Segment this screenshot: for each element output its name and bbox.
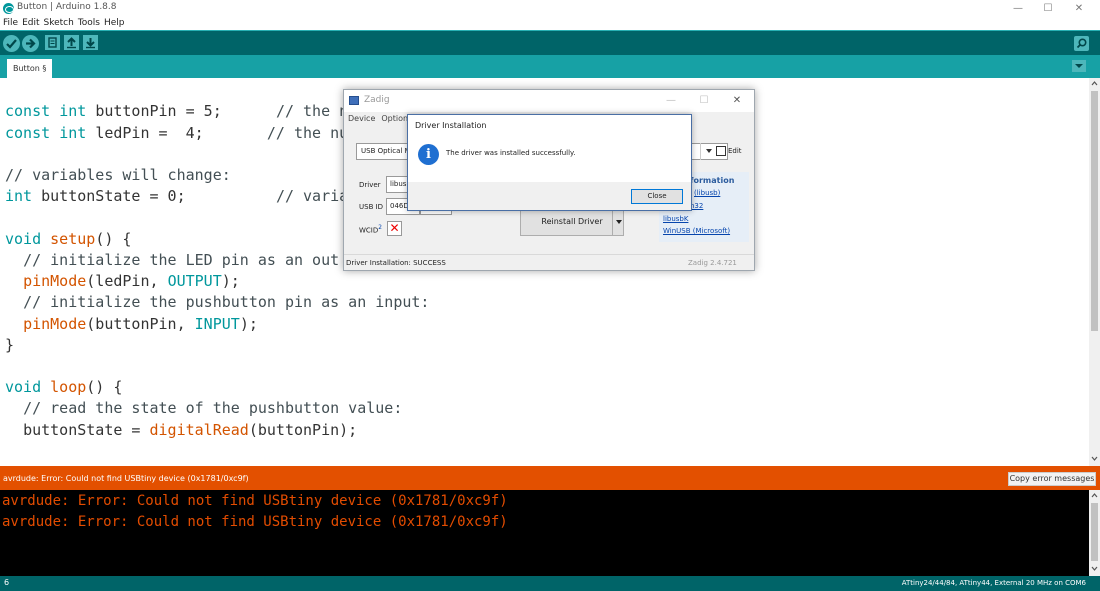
driver-installation-dialog: Driver Installation i The driver was ins… xyxy=(407,114,692,211)
save-button[interactable] xyxy=(83,35,98,50)
zadig-edit-label: Edit xyxy=(728,147,742,155)
zadig-version: Zadig 2.4.721 xyxy=(688,259,737,267)
code-line: // initialize the pushbutton pin as an i… xyxy=(23,293,430,311)
zadig-minimize-button[interactable]: — xyxy=(656,94,686,108)
tab-button-sketch[interactable]: Button § xyxy=(7,59,53,78)
zadig-driver-label: Driver xyxy=(359,181,381,189)
menu-sketch[interactable]: Sketch xyxy=(44,17,74,30)
menu-tools[interactable]: Tools xyxy=(78,17,100,30)
code-line: buttonState = digitalRead(buttonPin); xyxy=(23,421,358,439)
code-line: pinMode(buttonPin, INPUT); xyxy=(23,315,258,333)
chevron-down-icon[interactable] xyxy=(700,143,716,160)
zadig-wcid-label: WCID2 xyxy=(359,225,382,235)
editor-scrollbar-thumb[interactable] xyxy=(1091,91,1098,331)
arduino-logo-icon xyxy=(3,3,14,14)
info-icon: i xyxy=(418,144,439,165)
dialog-title: Driver Installation xyxy=(415,121,487,130)
scroll-up-icon[interactable] xyxy=(1091,81,1098,86)
close-button[interactable]: ✕ xyxy=(1064,1,1094,16)
menu-edit[interactable]: Edit xyxy=(22,17,39,30)
zadig-status-bar: Driver Installation: SUCCESS Zadig 2.4.7… xyxy=(344,254,754,270)
code-line: int buttonState = 0; // varia xyxy=(5,187,349,205)
new-file-icon xyxy=(48,37,57,48)
link-winusb[interactable]: WinUSB (Microsoft) xyxy=(663,227,730,235)
status-bar: 6 ATtiny24/44/84, ATtiny44, External 20 … xyxy=(0,576,1100,591)
link-libusb[interactable]: (libusb) xyxy=(694,189,720,197)
zadig-maximize-button[interactable]: ☐ xyxy=(689,94,719,108)
checkmark-icon xyxy=(6,39,17,49)
console-scrollbar-thumb[interactable] xyxy=(1091,503,1098,561)
arrow-right-icon xyxy=(26,38,36,49)
console-line: avrdude: Error: Could not find USBtiny d… xyxy=(2,493,508,509)
toolbar xyxy=(0,30,1100,55)
title-bar: Button | Arduino 1.8.8 — ☐ ✕ xyxy=(0,0,1100,17)
window-title: Button | Arduino 1.8.8 xyxy=(17,2,117,12)
link-libusbk[interactable]: libusbK xyxy=(663,215,688,223)
scroll-down-icon[interactable] xyxy=(1091,566,1098,571)
wcid-x-icon: ✕ xyxy=(387,221,402,236)
maximize-button[interactable]: ☐ xyxy=(1033,1,1063,16)
code-line: // initialize the LED pin as an out xyxy=(23,251,340,269)
console-output[interactable]: avrdude: Error: Could not find USBtiny d… xyxy=(0,490,1089,576)
line-number: 6 xyxy=(4,578,10,587)
open-button[interactable] xyxy=(64,35,79,50)
code-line: pinMode(ledPin, OUTPUT); xyxy=(23,272,240,290)
code-line: const int buttonPin = 5; // the n xyxy=(5,102,349,120)
new-button[interactable] xyxy=(45,35,60,50)
code-line: // variables will change: xyxy=(5,166,231,184)
serial-monitor-button[interactable] xyxy=(1074,36,1089,51)
zadig-title: Zadig xyxy=(364,95,390,105)
upload-button[interactable] xyxy=(22,35,39,52)
scroll-up-icon[interactable] xyxy=(1091,493,1098,498)
dialog-message: The driver was installed successfully. xyxy=(446,149,576,157)
menu-bar: File Edit Sketch Tools Help xyxy=(0,17,1100,30)
open-icon xyxy=(67,37,76,49)
code-line: // read the state of the pushbutton valu… xyxy=(23,399,403,417)
console-line: avrdude: Error: Could not find USBtiny d… xyxy=(2,514,508,530)
code-line: } xyxy=(5,336,15,354)
zadig-status-text: Driver Installation: SUCCESS xyxy=(346,259,446,267)
menu-help[interactable]: Help xyxy=(104,17,125,30)
code-line: void loop() { xyxy=(5,378,123,396)
tab-bar: Button § xyxy=(0,55,1100,78)
zadig-app-icon xyxy=(349,96,359,105)
error-bar: avrdude: Error: Could not find USBtiny d… xyxy=(0,466,1100,490)
zadig-usbid-label: USB ID xyxy=(359,203,384,211)
zadig-title-bar: Zadig — ☐ ✕ xyxy=(344,90,754,112)
menu-file[interactable]: File xyxy=(3,17,18,30)
tab-menu-button[interactable] xyxy=(1072,60,1086,72)
zadig-info-title: formation xyxy=(690,176,735,185)
reinstall-driver-button[interactable]: Reinstall Driver xyxy=(520,208,624,236)
zadig-menu-device[interactable]: Device xyxy=(348,114,375,123)
dialog-close-button[interactable]: Close xyxy=(631,189,683,204)
code-line: void setup() { xyxy=(5,230,132,248)
zadig-close-button[interactable]: ✕ xyxy=(722,94,752,108)
link-libusb-win32[interactable]: n32 xyxy=(690,202,703,210)
reinstall-dropdown-button[interactable] xyxy=(612,208,624,236)
zadig-edit-checkbox[interactable] xyxy=(716,146,726,156)
search-icon xyxy=(1076,38,1087,49)
minimize-button[interactable]: — xyxy=(1003,1,1033,16)
copy-error-messages-button[interactable]: Copy error messages xyxy=(1008,472,1096,486)
save-icon xyxy=(86,38,95,49)
verify-button[interactable] xyxy=(3,35,20,52)
code-line: const int ledPin = 4; // the nu xyxy=(5,124,349,142)
board-info: ATtiny24/44/84, ATtiny44, External 20 MH… xyxy=(901,579,1086,587)
scroll-down-icon[interactable] xyxy=(1091,456,1098,461)
error-message: avrdude: Error: Could not find USBtiny d… xyxy=(3,474,249,483)
